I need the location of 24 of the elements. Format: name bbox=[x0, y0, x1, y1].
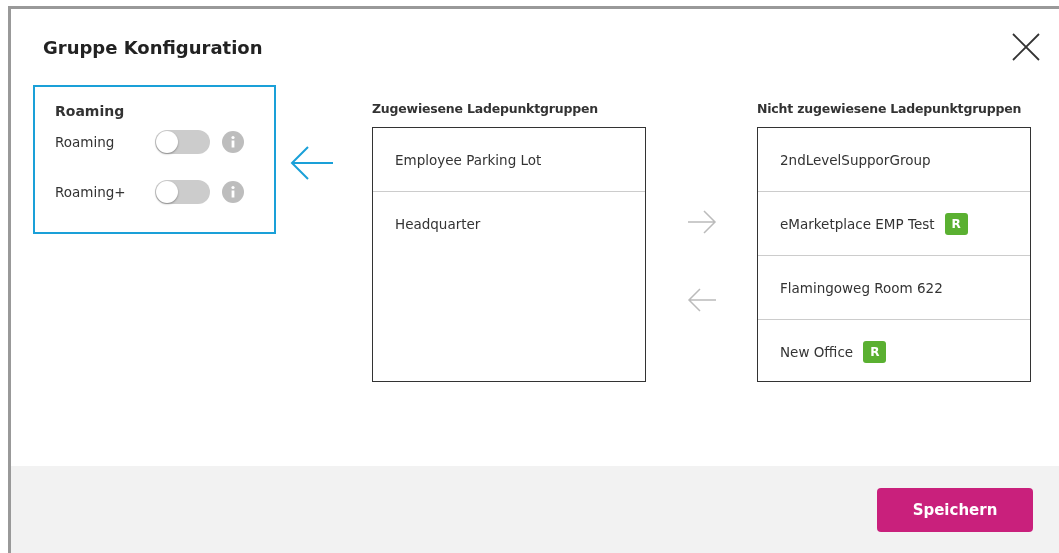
close-button[interactable] bbox=[1011, 32, 1041, 62]
dialog-title: Gruppe Konfiguration bbox=[42, 36, 263, 58]
list-item[interactable]: Headquarter bbox=[373, 192, 645, 255]
list-item[interactable]: Employee Parking Lot bbox=[373, 128, 645, 192]
arrow-left-icon[interactable] bbox=[686, 288, 717, 312]
close-icon bbox=[1011, 32, 1041, 62]
info-icon[interactable] bbox=[222, 180, 244, 203]
badge: R bbox=[944, 212, 968, 235]
list-item[interactable]: eMarketplace EMP Test R bbox=[758, 192, 1030, 256]
info-icon[interactable] bbox=[222, 130, 244, 153]
list-heading: Nicht zugewiesene Ladepunktgruppen bbox=[757, 101, 1023, 118]
arrow-right-icon[interactable] bbox=[686, 210, 717, 234]
toggle-label: Roaming+ bbox=[55, 183, 127, 200]
list-heading: Zugewiesene Ladepunktgruppen bbox=[372, 101, 599, 118]
section-heading: Roaming bbox=[55, 103, 126, 119]
badge: R bbox=[863, 340, 887, 363]
save-button[interactable]: Speichern bbox=[877, 487, 1033, 532]
list-item[interactable]: New Office R bbox=[758, 320, 1030, 383]
toggle-switch[interactable] bbox=[155, 129, 210, 154]
list-item[interactable]: Flamingoweg Room 622 bbox=[758, 256, 1030, 320]
list-item[interactable]: 2ndLevelSupporGroup bbox=[758, 128, 1030, 192]
toggle-switch[interactable] bbox=[155, 179, 210, 204]
toggle-label: Roaming bbox=[55, 133, 116, 150]
callout-arrow bbox=[290, 146, 334, 180]
